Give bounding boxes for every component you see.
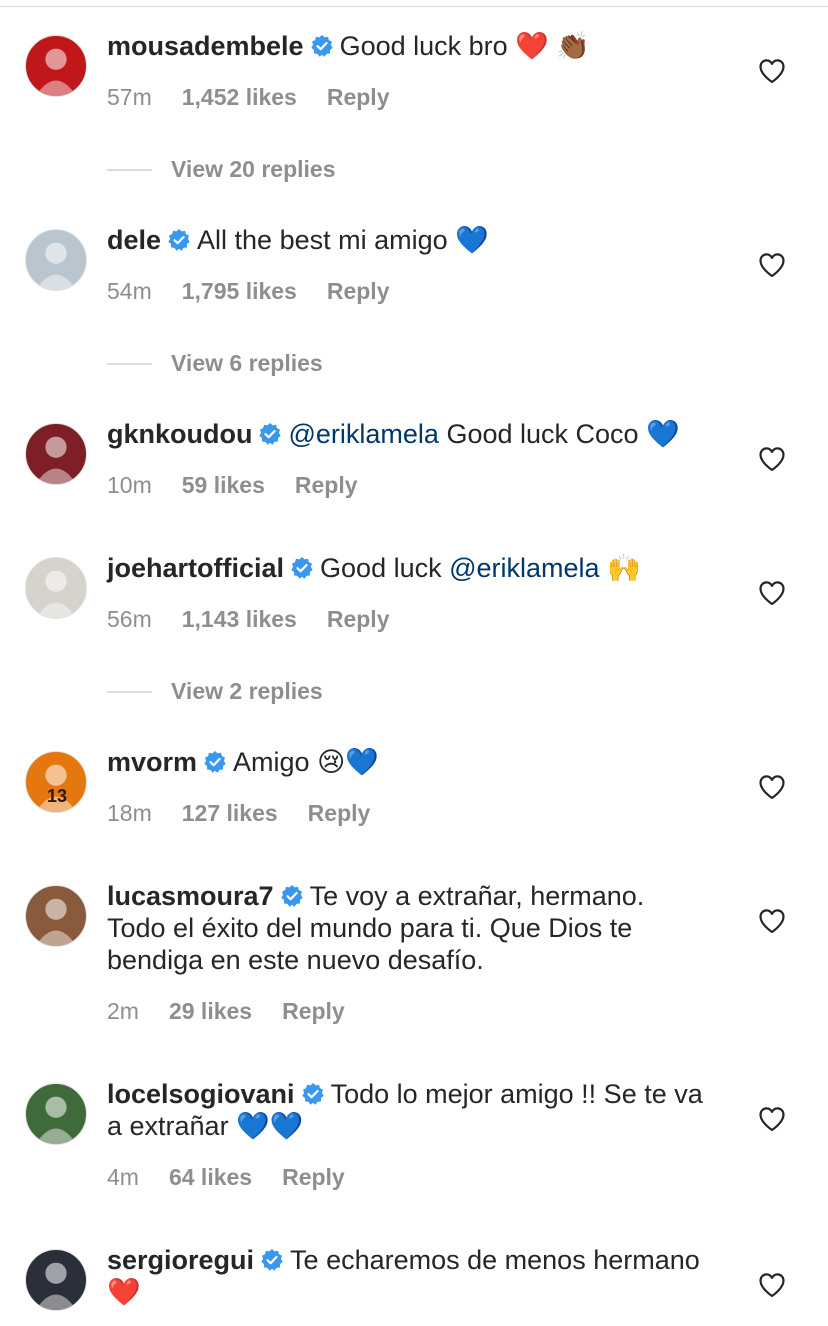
- comment-body: 🙌: [599, 553, 641, 583]
- comment-meta: 57m 1,452 likes Reply: [107, 84, 420, 111]
- comment-time: 56m: [107, 606, 152, 632]
- comment-meta: 2m 29 likes Reply: [107, 998, 375, 1025]
- comment-text: dele All the best mi amigo 💙: [107, 224, 707, 256]
- comment-text: lucasmoura7 Te voy a extrañar, hermano. T…: [107, 880, 707, 976]
- like-heart-icon[interactable]: [758, 1272, 786, 1298]
- avatar-jersey-number: 13: [46, 786, 68, 806]
- comment-username[interactable]: sergioregui: [107, 1245, 254, 1275]
- like-heart-icon[interactable]: [758, 58, 786, 84]
- comment-time: 10m: [107, 472, 152, 498]
- comment-body: Good luck bro: [339, 31, 516, 61]
- top-divider: [0, 6, 828, 7]
- like-heart-icon[interactable]: [758, 252, 786, 278]
- comment-text: joehartofficial Good luck @eriklamela 🙌: [107, 552, 707, 584]
- avatar-image: [35, 1096, 77, 1144]
- verified-badge-icon: [301, 1082, 325, 1106]
- comment-text: locelsogiovani Todo lo mejor amigo !! Se …: [107, 1078, 707, 1142]
- avatar-image: [35, 242, 77, 290]
- comment-time: 4m: [107, 1164, 139, 1190]
- comment-body: 💙: [345, 747, 379, 777]
- reply-button[interactable]: Reply: [327, 606, 390, 632]
- comment-body: Te echaremos de menos hermano: [290, 1245, 700, 1275]
- reply-button[interactable]: Reply: [327, 84, 390, 110]
- view-replies-label: View 2 replies: [171, 678, 323, 704]
- comment-body: All the best mi amigo: [197, 225, 456, 255]
- comment-text: gknkoudou @eriklamela Good luck Coco 💙: [107, 418, 707, 450]
- comment-body: Good luck: [320, 553, 450, 583]
- comment-text: mousadembele Good luck bro ❤️ 👏🏾: [107, 30, 707, 62]
- verified-badge-icon: [290, 556, 314, 580]
- avatar-image: [35, 898, 77, 946]
- likes-count[interactable]: 59 likes: [182, 472, 265, 498]
- mention-link[interactable]: @eriklamela: [288, 419, 438, 449]
- avatar[interactable]: [25, 423, 87, 485]
- comment-body: 👏🏾: [548, 31, 590, 61]
- reply-button[interactable]: Reply: [327, 278, 390, 304]
- likes-count[interactable]: 29 likes: [169, 998, 252, 1024]
- likes-count[interactable]: 1,795 likes: [182, 278, 297, 304]
- comment-body: ❤️: [107, 1277, 141, 1307]
- comment-body: 💙💙: [236, 1111, 304, 1141]
- comment-time: 54m: [107, 278, 152, 304]
- reply-button[interactable]: Reply: [295, 472, 358, 498]
- comment-body: 💙: [646, 419, 680, 449]
- verified-badge-icon: [167, 228, 191, 252]
- reply-button[interactable]: Reply: [308, 800, 371, 826]
- comment-username[interactable]: mousadembele: [107, 31, 304, 61]
- like-heart-icon[interactable]: [758, 774, 786, 800]
- replies-divider: [107, 691, 152, 693]
- reply-button[interactable]: Reply: [282, 998, 345, 1024]
- comment-body: 💙: [455, 225, 489, 255]
- verified-badge-icon: [258, 422, 282, 446]
- view-replies-label: View 20 replies: [171, 156, 336, 182]
- avatar-image: [35, 1262, 77, 1310]
- comment-username[interactable]: locelsogiovani: [107, 1079, 295, 1109]
- avatar[interactable]: [25, 557, 87, 619]
- comment-meta: 4m 64 likes Reply: [107, 1164, 375, 1191]
- comment-username[interactable]: joehartofficial: [107, 553, 284, 583]
- mention-link[interactable]: @eriklamela: [449, 553, 599, 583]
- like-heart-icon[interactable]: [758, 908, 786, 934]
- comment-meta: 18m 127 likes Reply: [107, 800, 400, 827]
- comment-time: 57m: [107, 84, 152, 110]
- likes-count[interactable]: 127 likes: [182, 800, 278, 826]
- likes-count[interactable]: 1,143 likes: [182, 606, 297, 632]
- comment-username[interactable]: dele: [107, 225, 161, 255]
- verified-badge-icon: [310, 34, 334, 58]
- avatar[interactable]: [25, 1083, 87, 1145]
- verified-badge-icon: [260, 1248, 284, 1272]
- comment-body: Amigo 😢: [233, 747, 346, 777]
- avatar[interactable]: [25, 35, 87, 97]
- avatar[interactable]: [25, 885, 87, 947]
- avatar[interactable]: [25, 229, 87, 291]
- comment-time: 2m: [107, 998, 139, 1024]
- comment-meta: 10m 59 likes Reply: [107, 472, 388, 499]
- comment-username[interactable]: mvorm: [107, 747, 197, 777]
- verified-badge-icon: [203, 750, 227, 774]
- likes-count[interactable]: 1,452 likes: [182, 84, 297, 110]
- comment-time: 18m: [107, 800, 152, 826]
- comment-body: ❤️: [515, 31, 549, 61]
- comment-text: mvorm Amigo 😢💙: [107, 746, 707, 778]
- comment-username[interactable]: lucasmoura7: [107, 881, 274, 911]
- comment-body: Good luck Coco: [438, 419, 647, 449]
- view-replies-label: View 6 replies: [171, 350, 323, 376]
- likes-count[interactable]: 64 likes: [169, 1164, 252, 1190]
- replies-divider: [107, 363, 152, 365]
- verified-badge-icon: [280, 884, 304, 908]
- reply-button[interactable]: Reply: [282, 1164, 345, 1190]
- avatar-image: [35, 48, 77, 96]
- avatar[interactable]: 13: [25, 751, 87, 813]
- like-heart-icon[interactable]: [758, 446, 786, 472]
- like-heart-icon[interactable]: [758, 580, 786, 606]
- like-heart-icon[interactable]: [758, 1106, 786, 1132]
- comment-meta: 56m 1,143 likes Reply: [107, 606, 420, 633]
- comment-username[interactable]: gknkoudou: [107, 419, 252, 449]
- comment-text: sergioregui Te echaremos de menos hermano…: [107, 1244, 707, 1308]
- avatar[interactable]: [25, 1249, 87, 1311]
- avatar-image: [35, 570, 77, 618]
- avatar-image: [35, 436, 77, 484]
- replies-divider: [107, 169, 152, 171]
- comment-meta: 54m 1,795 likes Reply: [107, 278, 420, 305]
